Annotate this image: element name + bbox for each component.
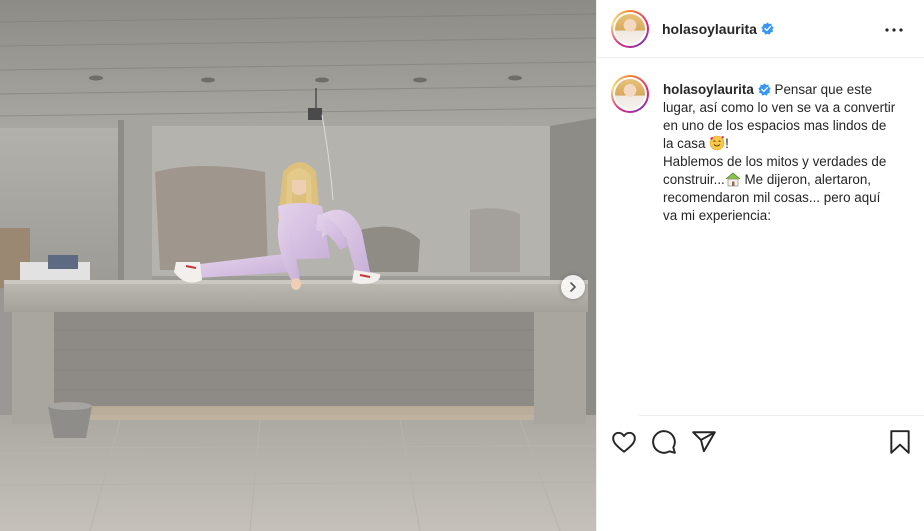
post-side-panel: holasoylaurita holasoylaurita Pensar que… xyxy=(596,0,924,531)
caption-line: la casa xyxy=(663,136,706,151)
verified-badge-icon xyxy=(761,22,774,35)
caption-avatar[interactable] xyxy=(611,75,649,113)
divider xyxy=(639,415,924,416)
avatar[interactable] xyxy=(611,9,649,48)
caption-line: va mi experiencia: xyxy=(663,208,771,223)
post-photo xyxy=(0,0,596,531)
action-bar xyxy=(611,429,911,457)
heart-icon xyxy=(612,431,636,453)
house-emoji xyxy=(725,172,741,187)
verified-badge-icon xyxy=(758,83,771,96)
caption-line: recomendaron mil cosas... pero aquí xyxy=(663,190,881,205)
like-button[interactable] xyxy=(611,429,637,455)
caption-line: Hablemos de los mitos y verdades de xyxy=(663,154,887,169)
bookmark-icon xyxy=(890,430,910,454)
comment-button[interactable] xyxy=(651,429,677,455)
caption-line: construir... xyxy=(663,172,725,187)
share-button[interactable] xyxy=(691,429,717,455)
header-username[interactable]: holasoylaurita xyxy=(662,21,757,37)
save-button[interactable] xyxy=(887,429,913,455)
comment-icon xyxy=(652,430,676,454)
caption-username[interactable]: holasoylaurita xyxy=(663,82,754,97)
caption-text: holasoylaurita Pensar que este lugar, as… xyxy=(663,81,917,225)
post-header: holasoylaurita xyxy=(597,0,924,58)
paper-plane-icon xyxy=(692,431,716,453)
caption-line: ! xyxy=(725,136,729,151)
more-options-button[interactable] xyxy=(882,18,906,42)
caption-line: Me dijeron, alertaron, xyxy=(740,172,872,187)
smiling-face-with-hearts-emoji xyxy=(709,135,725,151)
more-options-icon xyxy=(885,28,903,32)
chevron-right-icon xyxy=(570,282,576,292)
next-photo-button[interactable] xyxy=(561,275,585,299)
caption-line: lugar, así como lo ven se va a convertir xyxy=(663,100,896,115)
caption: holasoylaurita Pensar que este lugar, as… xyxy=(611,75,911,415)
post-photo-image xyxy=(0,0,596,531)
caption-line: Pensar que este xyxy=(774,82,873,97)
caption-line: en uno de los espacios mas lindos de xyxy=(663,118,887,133)
